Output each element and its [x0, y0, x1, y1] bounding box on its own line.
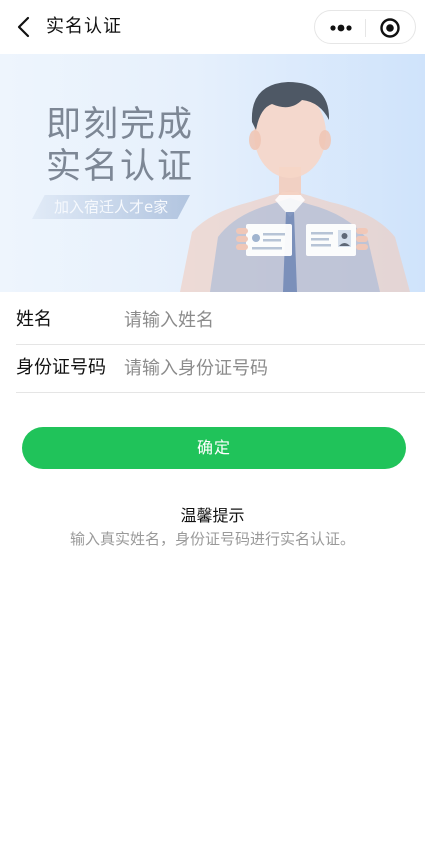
name-label: 姓名 [16, 309, 52, 330]
mini-program-capsule [314, 10, 416, 44]
name-input[interactable] [124, 305, 404, 335]
capsule-divider [365, 19, 366, 37]
target-icon[interactable] [379, 17, 401, 39]
name-row: 姓名 [16, 297, 425, 345]
chevron-left-icon[interactable] [12, 14, 38, 40]
tips-title: 温馨提示 [180, 506, 245, 525]
tips-text: 输入真实姓名，身份证号码进行实名认证。 [69, 530, 355, 548]
more-dots-icon[interactable] [327, 18, 355, 38]
id-number-input[interactable] [124, 353, 404, 383]
hero-banner: 即刻完成 实名认证 加入宿迁人才e家 [0, 54, 425, 292]
id-number-label: 身份证号码 [16, 357, 106, 378]
top-nav-bar: 实名认证 [0, 0, 425, 54]
page-title: 实名认证 [46, 16, 122, 37]
banner-headline: 即刻完成 实名认证 [46, 105, 195, 187]
id-number-row: 身份证号码 [16, 345, 425, 393]
person-holding-id-card-icon [180, 62, 425, 292]
banner-slogan: 加入宿迁人才e家 [32, 195, 190, 219]
confirm-button[interactable]: 确定 [22, 427, 406, 469]
